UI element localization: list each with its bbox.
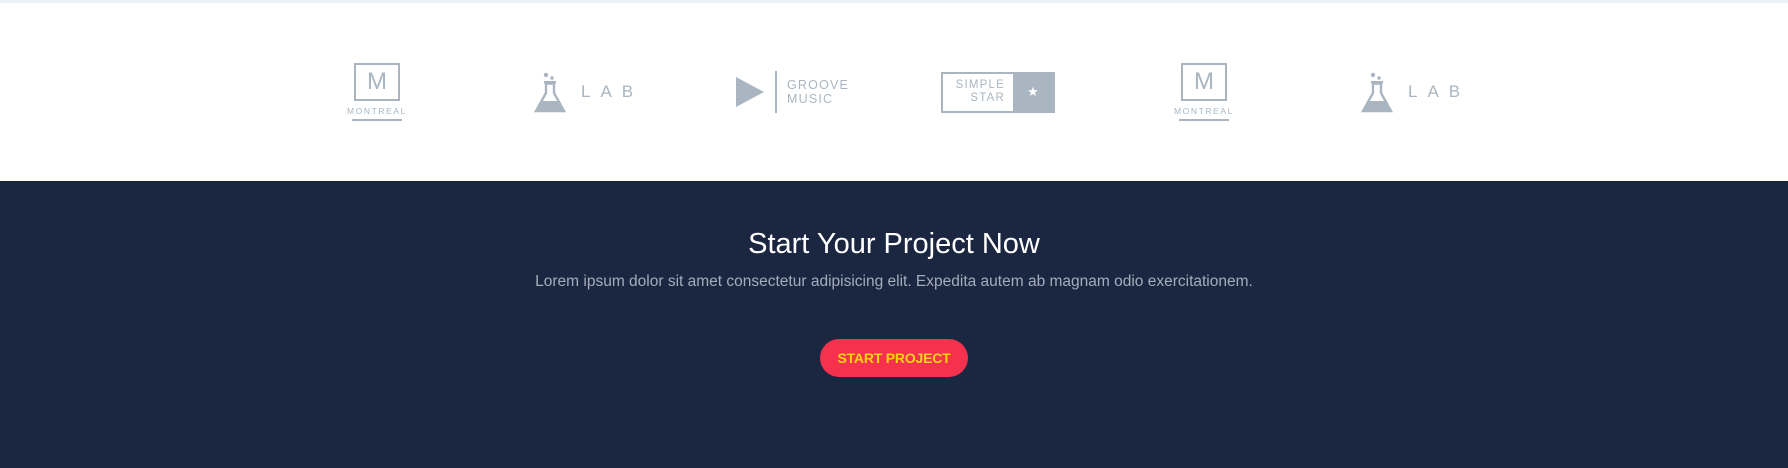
montreal-letter: M (354, 63, 400, 101)
flask-icon (1360, 71, 1394, 113)
simple-star-line-2: STAR (970, 92, 1005, 104)
simple-star-logo: SIMPLE STAR ★ (941, 3, 1055, 181)
cta-subtitle: Lorem ipsum dolor sit amet consectetur a… (535, 273, 1253, 290)
star-icon: ★ (1013, 73, 1053, 111)
lab-logo: LAB (533, 3, 643, 181)
cta-title: Start Your Project Now (748, 228, 1040, 260)
simple-star-frame: SIMPLE STAR ★ (941, 71, 1055, 113)
groove-line-2: MUSIC (787, 92, 834, 106)
lab-label: LAB (1408, 82, 1471, 101)
flask-icon (533, 71, 567, 113)
groove-divider (775, 71, 777, 113)
groove-label: GROOVE MUSIC (787, 78, 849, 106)
client-logos-section: M MONTREAL LAB GROOVE MUSIC SIMPLE STAR … (0, 3, 1788, 181)
montreal-logo: M MONTREAL (1164, 3, 1244, 181)
montreal-label: MONTREAL (1173, 106, 1235, 116)
simple-star-label: SIMPLE STAR (943, 74, 1013, 111)
montreal-letter: M (1181, 63, 1227, 101)
montreal-underline (1179, 119, 1229, 121)
groove-music-logo: GROOVE MUSIC (735, 3, 849, 181)
cta-section: Start Your Project Now Lorem ipsum dolor… (0, 181, 1788, 468)
groove-line-1: GROOVE (787, 78, 850, 92)
play-triangle-icon (735, 76, 765, 108)
simple-star-line-1: SIMPLE (955, 79, 1005, 91)
start-project-button[interactable]: START PROJECT (820, 339, 968, 377)
lab-label: LAB (581, 82, 644, 101)
montreal-underline (352, 119, 402, 121)
lab-logo: LAB (1360, 3, 1470, 181)
montreal-label: MONTREAL (346, 106, 408, 116)
montreal-logo: M MONTREAL (337, 3, 417, 181)
